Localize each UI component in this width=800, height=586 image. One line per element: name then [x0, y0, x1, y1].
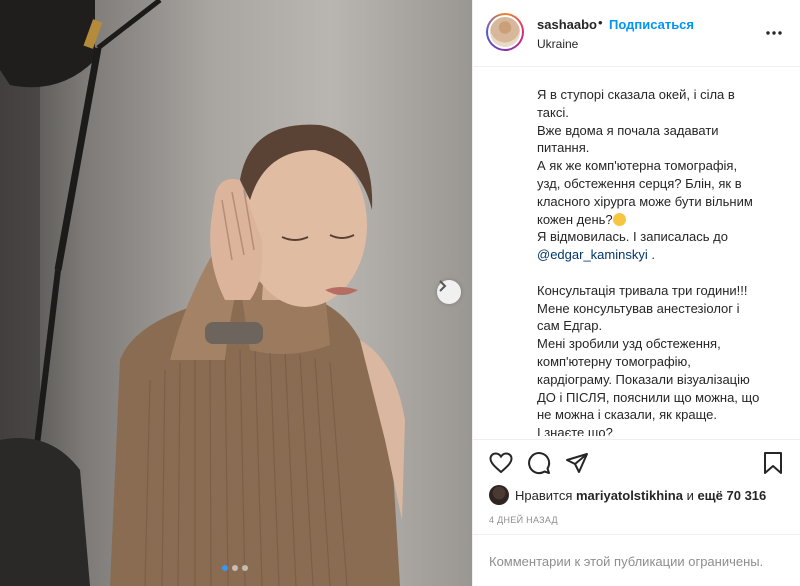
caption-line: Я відмовилась. І записалась до — [537, 229, 728, 245]
caption-line: кардіограму. Показали візуалізацію — [537, 371, 750, 387]
caption-line: І знаєте що? — [537, 425, 613, 436]
comment-button[interactable] — [525, 449, 553, 477]
avatar[interactable] — [486, 13, 524, 51]
divider — [473, 534, 800, 535]
comments-limited-notice: Комментарии к этой публикации ограничены… — [489, 554, 764, 569]
chevron-right-icon — [439, 280, 447, 292]
caption-line: Мені зробили узд обстеження, — [537, 336, 721, 352]
caption-blank-line — [537, 264, 777, 282]
caption-line: не можна і сказали, як краще. — [537, 407, 717, 423]
carousel-dot[interactable] — [232, 565, 238, 571]
caption-line: Я в ступорі сказала окей, і сіла в — [537, 87, 735, 102]
post-header: sashaabo • Подписаться Ukraine — [473, 0, 800, 67]
likes-prefix: Нравится — [515, 487, 573, 503]
carousel-next-button[interactable] — [437, 280, 461, 304]
likes-conjunction: и — [686, 487, 694, 503]
save-button[interactable] — [759, 449, 787, 477]
caption-line: питання. — [537, 140, 590, 156]
heart-icon — [489, 452, 513, 474]
caption-line: узд, обстеження серця? Блін, як в — [537, 175, 742, 191]
like-button[interactable] — [487, 449, 515, 477]
location-link[interactable]: Ukraine — [537, 37, 578, 51]
divider — [473, 439, 800, 440]
likes-count-link[interactable]: ещё 70 316 — [697, 488, 766, 503]
share-button[interactable] — [563, 449, 591, 477]
carousel-dot[interactable] — [242, 565, 248, 571]
post-modal: sashaabo • Подписаться Ukraine Я в ступо… — [0, 0, 800, 586]
caption-line: таксі. — [537, 104, 569, 120]
liker-username-link[interactable]: mariyatolstikhina — [576, 488, 683, 503]
caption-line: Консультація тривала три години!!! — [537, 282, 748, 298]
liker-avatar[interactable] — [489, 485, 509, 505]
post-date[interactable]: 4 ДНЕЙ НАЗАД — [489, 515, 558, 525]
follow-button[interactable]: Подписаться — [609, 17, 694, 32]
caption-line: класного хірурга може бути вільним — [537, 193, 753, 209]
separator-dot: • — [598, 15, 603, 30]
likes-summary: Нравится mariyatolstikhina и ещё 70 316 — [489, 484, 766, 506]
post-side-panel: sashaabo • Подписаться Ukraine Я в ступо… — [472, 0, 800, 586]
more-options-icon[interactable] — [763, 24, 785, 42]
post-photo[interactable] — [0, 0, 472, 586]
mention-link[interactable]: @edgar_kaminskyi — [537, 247, 648, 262]
caption-line: @edgar_kaminskyi . — [537, 247, 655, 263]
carousel-dots — [222, 565, 248, 571]
photo-illustration — [0, 0, 405, 586]
comment-icon — [528, 452, 551, 475]
carousel-dot[interactable] — [222, 565, 228, 571]
send-icon — [566, 453, 588, 473]
post-caption: Я в ступорі сказала окей, і сіла в таксі… — [537, 86, 777, 436]
bookmark-icon — [764, 452, 782, 474]
caption-line: Вже вдома я почала задавати — [537, 122, 719, 138]
caption-line: комп'ютерну томографію, — [537, 353, 691, 369]
caption-line: Мене консультував анестезіолог і — [537, 300, 740, 316]
caption-line: сам Едгар. — [537, 318, 603, 334]
caption-line: А як же комп'ютерна томографія, — [537, 158, 738, 174]
grinning-sweat-emoji-icon — [612, 212, 626, 226]
username-link[interactable]: sashaabo — [537, 17, 597, 32]
caption-line: ДО і ПІСЛЯ, пояснили що можна, що — [537, 389, 760, 405]
more-horizontal-icon — [766, 31, 782, 35]
caption-line: кожен день? — [537, 211, 777, 229]
